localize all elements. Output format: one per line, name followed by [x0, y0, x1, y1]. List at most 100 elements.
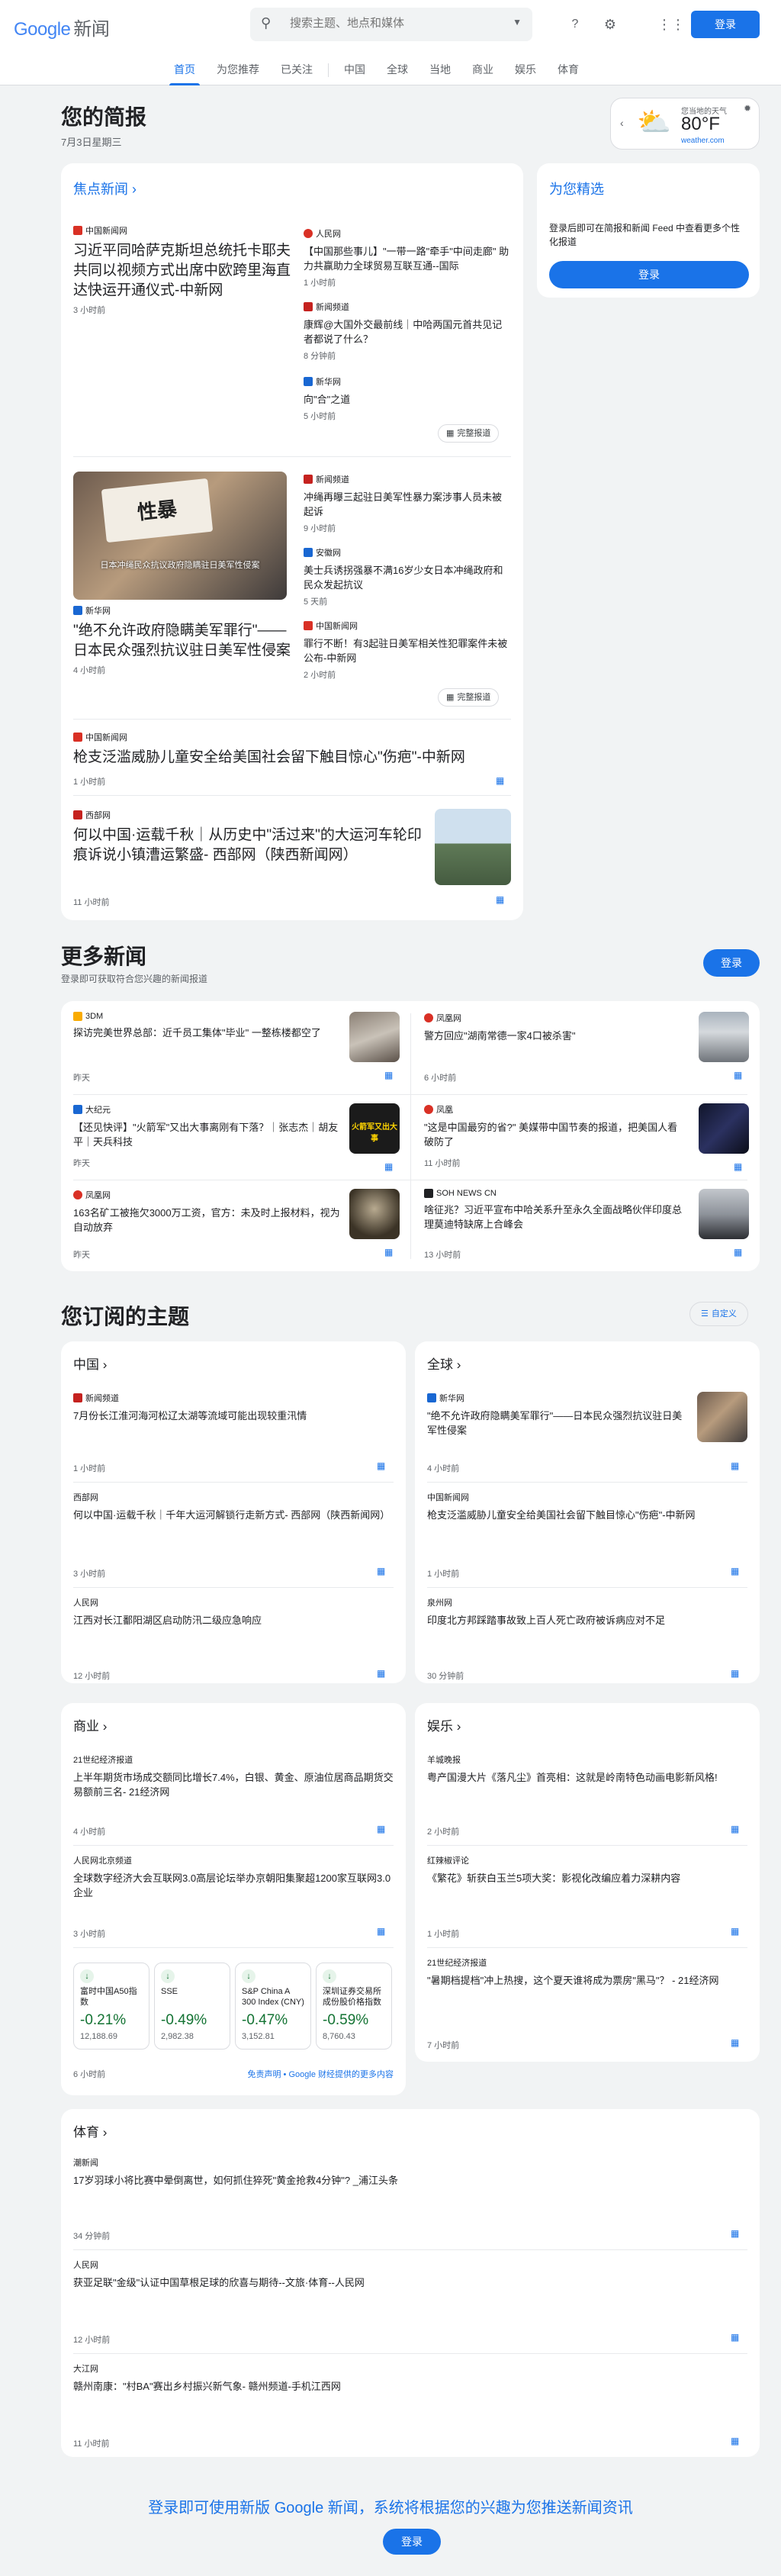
finance-disclaimer-link[interactable]: 免责声明 • Google 财经提供的更多内容	[248, 2068, 394, 2080]
headline[interactable]: 向"合"之道	[304, 392, 511, 407]
stock-tile[interactable]: ↓ 深圳证券交易所成份股价格指数 -0.59% 8,760.43	[316, 1963, 392, 2050]
list-item[interactable]: 潮新闻 17岁羽球小将比赛中晕倒离世，如何抓住猝死"黄金抢救4分钟"? _浦江头…	[73, 2156, 744, 2188]
topic-china-title[interactable]: 中国 ›	[73, 1354, 107, 1373]
search-input[interactable]	[290, 17, 488, 30]
chevron-left-icon[interactable]: ‹	[620, 117, 624, 129]
tab-business[interactable]: 商业	[461, 61, 504, 85]
topic-business-title[interactable]: 商业 ›	[73, 1715, 107, 1734]
headline[interactable]: 163名矿工被拖欠3000万工资，官方：未及时上报材料，视为自动放弃	[73, 1206, 348, 1235]
headline[interactable]: 枪支泛滥威胁儿童安全给美国社会留下触目惊心"伤疤"-中新网	[73, 748, 511, 768]
headline[interactable]: 《繁花》斩获白玉兰5项大奖：影视化改编应着力深耕内容	[427, 1871, 747, 1885]
full-coverage-icon[interactable]: ▦	[731, 1926, 739, 1937]
full-coverage-icon[interactable]: ▦	[496, 894, 504, 905]
headline[interactable]: 17岁羽球小将比赛中晕倒离世，如何抓住猝死"黄金抢救4分钟"? _浦江头条	[73, 2173, 744, 2188]
story-thumbnail[interactable]	[699, 1189, 749, 1239]
google-news-logo[interactable]: Google 新闻	[14, 14, 110, 40]
list-item[interactable]: 人民网 【中国那些事儿】"一带一路"牵手"中间走廊" 助力共赢助力全球贸易互联互…	[304, 227, 511, 288]
tab-china[interactable]: 中国	[333, 61, 376, 85]
full-coverage-icon[interactable]: ▦	[731, 2228, 739, 2239]
tab-local[interactable]: 当地	[419, 61, 461, 85]
full-coverage-icon[interactable]: ▦	[377, 1926, 385, 1937]
headline[interactable]: 康辉@大国外交最前线｜中哈两国元首共见记者都说了什么？	[304, 317, 511, 346]
story-thumbnail[interactable]	[435, 809, 511, 885]
full-coverage-icon[interactable]: ▦	[731, 2332, 739, 2343]
list-item[interactable]: 人民网 获亚足联"金级"认证中国草根足球的欣喜与期待--文旅·体育--人民网	[73, 2259, 744, 2290]
signin-button[interactable]: 登录	[691, 11, 760, 38]
story-thumbnail[interactable]	[349, 1012, 400, 1062]
full-coverage-button[interactable]: ▦ 完整报道	[438, 424, 500, 443]
single-story[interactable]: 中国新闻网 枪支泛滥威胁儿童安全给美国社会留下触目惊心"伤疤"-中新网 1 小时…	[73, 731, 511, 787]
apps-grid-icon[interactable]: ⋮⋮	[657, 14, 685, 35]
list-item[interactable]: 中国新闻网 罪行不断！有3起驻日美军相关性犯罪案件未被公布-中新网 2 小时前	[304, 620, 511, 681]
list-item[interactable]: 中国新闻网 枪支泛滥威胁儿童安全给美国社会留下触目惊心"伤疤"-中新网	[427, 1491, 747, 1522]
headline[interactable]: 全球数字经济大会互联网3.0高层论坛举办京朝阳集聚超1200家互联网3.0企业	[73, 1871, 394, 1900]
cluster2-main[interactable]: 新华网 "绝不允许政府隐瞒美军罪行"——日本民众强烈抗议驻日美军性侵案 4 小时…	[73, 604, 293, 676]
full-coverage-icon[interactable]: ▦	[731, 2436, 739, 2446]
headline[interactable]: 江西对长江鄱阳湖区启动防汛二级应急响应	[73, 1613, 394, 1628]
search-box[interactable]: ⚲ ▼	[250, 8, 532, 41]
story-thumbnail[interactable]	[699, 1103, 749, 1154]
tab-home[interactable]: 首页	[163, 61, 206, 85]
headline[interactable]: 冲绳再曝三起驻日美军性暴力案涉事人员未被起诉	[304, 490, 511, 519]
full-coverage-icon[interactable]: ▦	[377, 1668, 385, 1679]
full-coverage-icon[interactable]: ▦	[731, 1668, 739, 1679]
headline[interactable]: 粤产国漫大片《落凡尘》首亮相：这就是岭南特色动画电影新风格!	[427, 1770, 747, 1785]
tab-entertainment[interactable]: 娱乐	[504, 61, 547, 85]
more-icon[interactable]: ✹	[744, 103, 751, 114]
cluster1-main[interactable]: 中国新闻网 习近平同哈萨克斯坦总统托卡耶夫共同以视频方式出席中欧跨里海直达快运开…	[73, 224, 293, 316]
story-thumbnail[interactable]	[349, 1189, 400, 1239]
list-item[interactable]: 泉州网 印度北方邦踩踏事故致上百人死亡政府被诉病应对不足	[427, 1596, 747, 1628]
headline[interactable]: 何以中国·运载千秋｜千年大运河解锁行走新方式- 西部网（陕西新闻网）	[73, 1508, 394, 1522]
list-item[interactable]: 安徽网 美士兵诱拐强暴不满16岁少女日本冲绳政府和民众发起抗议 5 天前	[304, 546, 511, 607]
headline[interactable]: "这是中国最穷的省?" 美媒带中国节奏的报道，把美国人看破防了	[424, 1120, 683, 1149]
headline[interactable]: "绝不允许政府隐瞒美军罪行"——日本民众强烈抗议驻日美军性侵案	[427, 1409, 686, 1438]
tab-following[interactable]: 已关注	[270, 61, 323, 85]
headline[interactable]: 习近平同哈萨克斯坦总统托卡耶夫共同以视频方式出席中欧跨里海直达快运开通仪式-中新…	[73, 241, 293, 301]
list-item[interactable]: 羊城晚报 粤产国漫大片《落凡尘》首亮相：这就是岭南特色动画电影新风格!	[427, 1753, 747, 1785]
full-coverage-icon[interactable]: ▦	[377, 1460, 385, 1471]
headline[interactable]: "暑期档提档"冲上热搜，这个夏天谁将成为票房"黑马"？ - 21经济网	[427, 1973, 747, 1988]
full-coverage-icon[interactable]: ▦	[384, 1247, 393, 1257]
list-item[interactable]: 新华网 "绝不允许政府隐瞒美军罪行"——日本民众强烈抗议驻日美军性侵案	[427, 1392, 686, 1438]
headline[interactable]: 【中国那些事儿】"一带一路"牵手"中间走廊" 助力共赢助力全球贸易互联互通--国…	[304, 244, 511, 273]
full-coverage-icon[interactable]: ▦	[384, 1161, 393, 1172]
headline[interactable]: 7月份长江淮河海河松辽太湖等流域可能出现较重汛情	[73, 1409, 394, 1423]
story-thumbnail[interactable]	[697, 1392, 747, 1442]
headline[interactable]: 赣州南康："村BA"赛出乡村振兴新气象- 赣州频道-手机江西网	[73, 2379, 744, 2394]
gear-icon[interactable]: ⚙	[599, 14, 621, 35]
list-item[interactable]: 新华网 向"合"之道 5 小时前	[304, 375, 511, 422]
story-thumbnail[interactable]: 火箭军又出大事	[349, 1103, 400, 1154]
full-coverage-icon[interactable]: ▦	[734, 1161, 742, 1172]
list-item[interactable]: 21世纪经济报道 上半年期货市场成交额同比增长7.4%，白银、黄金、原油位居商品…	[73, 1753, 394, 1799]
single-story[interactable]: 西部网 何以中国·运载千秋｜从历史中"活过来"的大运河车轮印痕诉说小镇漕运繁盛-…	[73, 809, 432, 865]
full-coverage-icon[interactable]: ▦	[734, 1070, 742, 1080]
story-image[interactable]: 性暴 日本冲绳民众抗议政府隐瞒驻日美军性侵案	[73, 472, 287, 600]
topic-sports-title[interactable]: 体育 ›	[73, 2121, 107, 2140]
list-item[interactable]: 3DM 探访完美世界总部：近千员工集体"毕业" 一整栋楼都空了	[73, 1012, 348, 1040]
list-item[interactable]: 凤凰 "这是中国最穷的省?" 美媒带中国节奏的报道，把美国人看破防了	[424, 1103, 683, 1149]
stock-tile[interactable]: ↓ SSE -0.49% 2,982.38	[154, 1963, 230, 2050]
tab-world[interactable]: 全球	[376, 61, 419, 85]
headline[interactable]: 上半年期货市场成交额同比增长7.4%，白银、黄金、原油位居商品期货交易额前三名-…	[73, 1770, 394, 1799]
tab-sports[interactable]: 体育	[547, 61, 590, 85]
picks-signin-button[interactable]: 登录	[549, 261, 749, 288]
full-coverage-icon[interactable]: ▦	[731, 1460, 739, 1471]
headline[interactable]: 美士兵诱拐强暴不满16岁少女日本冲绳政府和民众发起抗议	[304, 563, 511, 592]
headline[interactable]: 何以中国·运载千秋｜从历史中"活过来"的大运河车轮印痕诉说小镇漕运繁盛- 西部网…	[73, 826, 432, 865]
full-coverage-icon[interactable]: ▦	[384, 1070, 393, 1080]
full-coverage-icon[interactable]: ▦	[377, 1566, 385, 1576]
full-coverage-button[interactable]: ▦ 完整报道	[438, 688, 500, 707]
headline[interactable]: 警方回应"湖南常德一家4口被杀害"	[424, 1029, 683, 1043]
stock-tile[interactable]: ↓ 富时中国A50指数 -0.21% 12,188.69	[73, 1963, 149, 2050]
search-icon[interactable]: ⚲	[261, 15, 271, 31]
full-coverage-icon[interactable]: ▦	[731, 1566, 739, 1576]
list-item[interactable]: 人民网 江西对长江鄱阳湖区启动防汛二级应急响应	[73, 1596, 394, 1628]
customize-button[interactable]: ☰ 自定义	[689, 1302, 748, 1326]
headline[interactable]: 印度北方邦踩踏事故致上百人死亡政府被诉病应对不足	[427, 1613, 747, 1628]
more-news-signin-button[interactable]: 登录	[703, 949, 760, 977]
list-item[interactable]: 21世纪经济报道 "暑期档提档"冲上热搜，这个夏天谁将成为票房"黑马"？ - 2…	[427, 1956, 747, 1988]
full-coverage-icon[interactable]: ▦	[734, 1247, 742, 1257]
full-coverage-icon[interactable]: ▦	[377, 1824, 385, 1834]
topic-entertainment-title[interactable]: 娱乐 ›	[427, 1715, 461, 1734]
list-item[interactable]: 人民网北京频道 全球数字经济大会互联网3.0高层论坛举办京朝阳集聚超1200家互…	[73, 1854, 394, 1900]
